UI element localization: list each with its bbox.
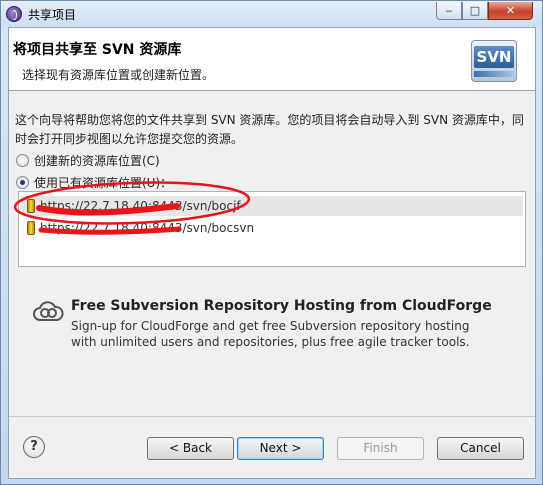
cloudforge-icon xyxy=(33,301,64,321)
promo-line-1: Sign-up for CloudForge and get free Subv… xyxy=(71,319,470,333)
repository-url: https://22.7.18.40:8443/svn/bocjf xyxy=(40,199,241,213)
svn-logo-bar xyxy=(474,71,514,77)
promo-line-2: with unlimited users and repositories, p… xyxy=(71,335,470,349)
close-icon: ✕ xyxy=(505,4,516,17)
radio-use-existing[interactable]: 使用已有资源库位置(U)： xyxy=(16,173,172,191)
cancel-button[interactable]: Cancel xyxy=(437,437,524,460)
repository-list[interactable]: https://22.7.18.40:8443/svn/bocjf https:… xyxy=(18,191,526,267)
promo-description: Sign-up for CloudForge and get free Subv… xyxy=(71,318,469,350)
repository-url: https://22.7.18.40:8443/svn/bocsvn xyxy=(40,221,255,235)
window-title: 共享项目 xyxy=(28,8,77,22)
promo-title-link[interactable]: Free Subversion Repository Hosting from … xyxy=(71,298,492,314)
help-icon[interactable]: ? xyxy=(23,436,45,458)
repository-icon xyxy=(27,199,35,213)
svn-logo-text: SVN xyxy=(474,46,514,68)
next-button[interactable]: Next > xyxy=(237,437,324,460)
radio-create-new[interactable]: 创建新的资源库位置(C) xyxy=(16,151,160,169)
minimize-icon: ‒ xyxy=(445,4,453,17)
maximize-icon: □ xyxy=(469,4,481,17)
repository-icon xyxy=(27,221,35,235)
page-title: 将项目共享至 SVN 资源库 xyxy=(13,42,182,58)
eclipse-icon xyxy=(6,6,22,22)
maximize-button[interactable]: □ xyxy=(462,2,488,20)
repository-item[interactable]: https://22.7.18.40:8443/svn/bocsvn xyxy=(21,218,523,238)
title-bar[interactable]: 共享项目 ‒ □ ✕ xyxy=(1,1,542,27)
back-button[interactable]: < Back xyxy=(147,437,234,460)
radio-create-new-label: 创建新的资源库位置(C) xyxy=(34,153,160,168)
radio-create-new-button[interactable] xyxy=(16,153,29,167)
wizard-header: 将项目共享至 SVN 资源库 选择现有资源库位置或创建新位置。 SVN xyxy=(9,28,535,91)
instructions-text: 这个向导将帮助您将您的文件共享到 SVN 资源库。您的项目将会自动导入到 SVN… xyxy=(15,113,524,146)
svn-logo-icon: SVN xyxy=(471,40,517,82)
radio-use-existing-button[interactable] xyxy=(16,175,29,189)
page-description: 选择现有资源库位置或创建新位置。 xyxy=(22,68,215,82)
wizard-body: 将项目共享至 SVN 资源库 选择现有资源库位置或创建新位置。 SVN 这个向导… xyxy=(8,27,536,479)
close-button[interactable]: ✕ xyxy=(488,2,533,20)
button-bar-separator xyxy=(9,416,535,417)
share-project-dialog: 共享项目 ‒ □ ✕ 将项目共享至 SVN 资源库 选择现有资源库位置或创建新位… xyxy=(0,0,543,485)
radio-use-existing-label: 使用已有资源库位置(U)： xyxy=(34,175,173,190)
finish-button[interactable]: Finish xyxy=(337,437,424,460)
minimize-button[interactable]: ‒ xyxy=(436,2,462,20)
repository-item[interactable]: https://22.7.18.40:8443/svn/bocjf xyxy=(21,196,523,216)
